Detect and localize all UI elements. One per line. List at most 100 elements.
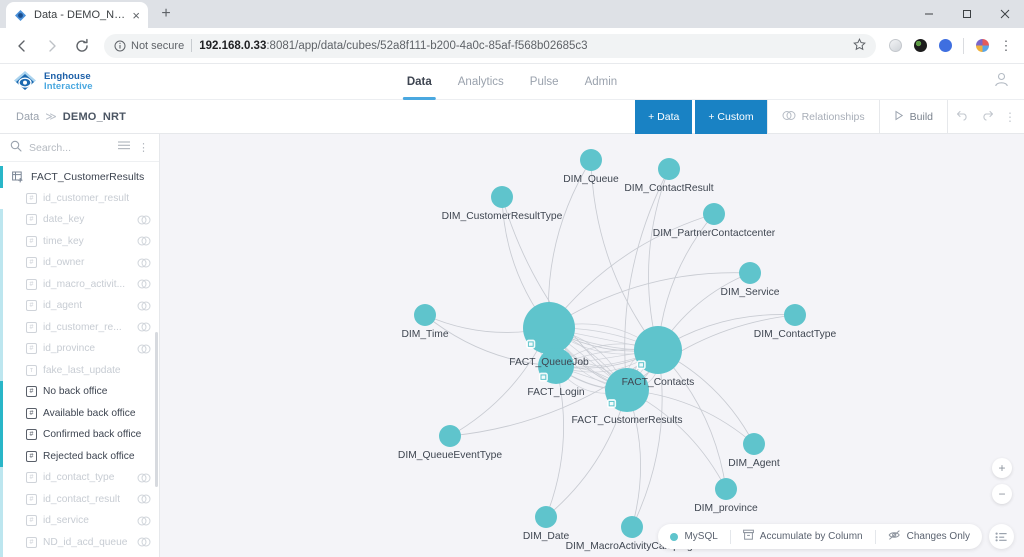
field-name: Rejected back office xyxy=(43,450,135,462)
relationship-link-icon[interactable] xyxy=(137,473,151,483)
add-data-button[interactable]: + Data xyxy=(635,99,693,134)
field-row[interactable]: # date_key xyxy=(0,209,159,231)
extension-dark-icon[interactable] xyxy=(909,35,931,57)
graph-node[interactable] xyxy=(743,433,765,455)
close-icon[interactable]: × xyxy=(132,9,140,22)
undo-icon[interactable] xyxy=(956,109,970,124)
graph-edge xyxy=(545,389,628,518)
relationship-link-icon[interactable] xyxy=(137,516,151,526)
minimize-button[interactable] xyxy=(910,0,948,28)
field-name: id_customer_result xyxy=(43,192,130,204)
field-row[interactable]: # id_customer_re... xyxy=(0,316,159,338)
field-row[interactable]: # Available back office xyxy=(0,402,159,424)
main-nav-tabs: Data Analytics Pulse Admin xyxy=(402,64,618,100)
graph-node[interactable] xyxy=(491,186,513,208)
relationship-link-icon[interactable] xyxy=(137,236,151,246)
profile-avatar-icon[interactable] xyxy=(971,35,993,57)
user-account-icon[interactable] xyxy=(993,71,1010,93)
graph-node[interactable] xyxy=(439,425,461,447)
nav-tab-data[interactable]: Data xyxy=(402,64,436,100)
brand-text: Enghouse Interactive xyxy=(44,72,93,91)
relationship-graph[interactable] xyxy=(160,134,1024,557)
field-row[interactable]: # id_customer_result xyxy=(0,188,159,210)
legend-list-icon[interactable] xyxy=(989,524,1014,549)
maximize-button[interactable] xyxy=(948,0,986,28)
relationship-link-icon[interactable] xyxy=(137,537,151,547)
graph-node[interactable] xyxy=(739,262,761,284)
field-row[interactable]: ᴛ fake_last_update xyxy=(0,359,159,381)
brand-logo[interactable]: Enghouse Interactive xyxy=(12,69,93,95)
accumulate-option[interactable]: Accumulate by Column xyxy=(731,524,875,549)
sidebar-actions: ⋮ xyxy=(118,141,149,154)
field-row[interactable]: # id_agent xyxy=(0,295,159,317)
field-row[interactable]: # id_contact_type xyxy=(0,467,159,489)
relationship-link-icon[interactable] xyxy=(137,258,151,268)
browser-tab[interactable]: Data - DEMO_NRT × xyxy=(6,2,148,28)
graph-node[interactable] xyxy=(580,149,602,171)
field-name: id_service xyxy=(43,515,89,527)
graph-node[interactable] xyxy=(658,158,680,180)
browser-menu-icon[interactable]: ⋮ xyxy=(996,38,1016,54)
address-bar[interactable]: Not secure 192.168.0.33:8081/app/data/cu… xyxy=(104,33,876,58)
graph-node[interactable] xyxy=(703,203,725,225)
table-header-row[interactable]: FACT_CustomerResults xyxy=(0,166,159,188)
more-vertical-icon[interactable]: ⋮ xyxy=(138,141,149,154)
graph-canvas[interactable]: DIM_Queue DIM_ContactResult DIM_CustomerRe… xyxy=(160,134,1024,557)
accumulate-label: Accumulate by Column xyxy=(759,531,863,542)
graph-node[interactable] xyxy=(784,304,806,326)
window-close-button[interactable] xyxy=(986,0,1024,28)
add-custom-button[interactable]: + Custom xyxy=(695,99,767,134)
field-row[interactable]: # id_macro_activit... xyxy=(0,273,159,295)
app-header: Enghouse Interactive Data Analytics Puls… xyxy=(0,64,1024,100)
nav-tab-pulse[interactable]: Pulse xyxy=(530,64,559,100)
sidebar-scrollbar[interactable] xyxy=(155,332,158,487)
field-row[interactable]: # id_service xyxy=(0,510,159,532)
more-vertical-icon[interactable]: ⋮ xyxy=(1004,110,1016,124)
relationship-link-icon[interactable] xyxy=(137,279,151,289)
relationship-link-icon[interactable] xyxy=(137,215,151,225)
list-view-icon[interactable] xyxy=(118,141,130,154)
field-name: Confirmed back office xyxy=(43,429,142,441)
breadcrumb-root[interactable]: Data xyxy=(16,111,39,123)
relationship-link-icon[interactable] xyxy=(137,301,151,311)
field-row[interactable]: # id_contact_result xyxy=(0,488,159,510)
graph-node[interactable] xyxy=(621,516,643,538)
back-arrow-icon[interactable] xyxy=(8,32,36,60)
field-row[interactable]: # ND_id_acd_queue xyxy=(0,531,159,553)
build-button[interactable]: Build xyxy=(878,99,947,134)
changes-only-option[interactable]: Changes Only xyxy=(876,524,982,549)
field-row[interactable]: # id_province xyxy=(0,338,159,360)
search-input[interactable]: Search... xyxy=(29,142,111,154)
redo-icon[interactable] xyxy=(980,109,994,124)
new-tab-button[interactable]: + xyxy=(153,1,179,27)
graph-node-label: DIM_Queue xyxy=(563,174,619,185)
nav-tab-analytics[interactable]: Analytics xyxy=(458,64,504,100)
row-accent xyxy=(0,381,3,403)
field-list[interactable]: FACT_CustomerResults # id_customer_result… xyxy=(0,162,159,557)
bookmark-star-icon[interactable] xyxy=(853,37,866,54)
zoom-in-button[interactable]: + xyxy=(992,458,1012,478)
field-row[interactable]: # Confirmed back office xyxy=(0,424,159,446)
nav-tab-admin[interactable]: Admin xyxy=(585,64,618,100)
extension-circle-icon[interactable] xyxy=(884,35,906,57)
relationship-link-icon[interactable] xyxy=(137,344,151,354)
relationship-link-icon[interactable] xyxy=(137,322,151,332)
extension-blue-icon[interactable] xyxy=(934,35,956,57)
field-row[interactable]: # time_key xyxy=(0,230,159,252)
graph-node[interactable] xyxy=(414,304,436,326)
database-status[interactable]: MySQL xyxy=(658,524,729,549)
security-indicator[interactable]: Not secure xyxy=(114,40,184,52)
field-row[interactable]: # No back office xyxy=(0,381,159,403)
zoom-out-button[interactable]: − xyxy=(992,484,1012,504)
reload-icon[interactable] xyxy=(68,32,96,60)
field-row[interactable]: # Rejected back office xyxy=(0,445,159,467)
relationships-button[interactable]: Relationships xyxy=(766,99,879,134)
field-row[interactable]: # id_owner xyxy=(0,252,159,274)
graph-edge xyxy=(648,168,670,351)
field-row[interactable]: #ND_id_queue_e... xyxy=(0,553,159,557)
field-type-icon: ᴛ xyxy=(26,364,37,376)
graph-node[interactable] xyxy=(715,478,737,500)
relationship-link-icon[interactable] xyxy=(137,494,151,504)
graph-node[interactable] xyxy=(535,506,557,528)
graph-node-label: DIM_QueueEventType xyxy=(397,450,503,461)
